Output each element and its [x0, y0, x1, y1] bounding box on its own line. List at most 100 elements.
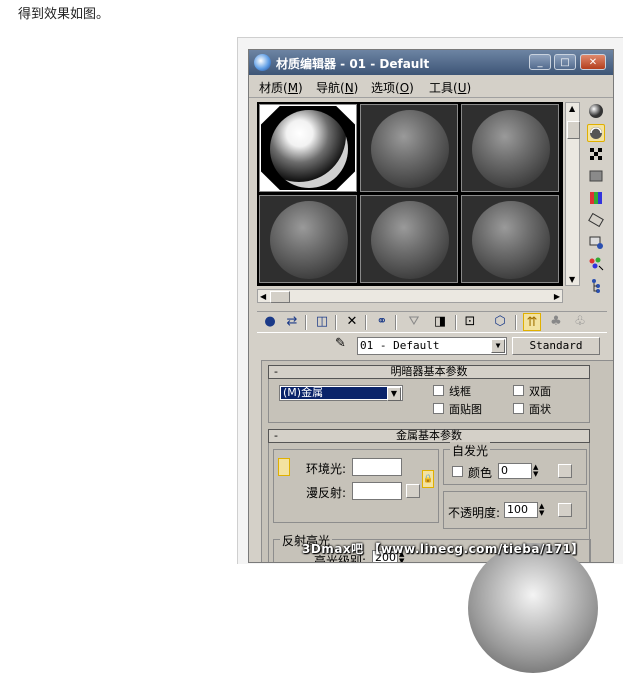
- go-to-parent-icon[interactable]: ⇈: [523, 313, 541, 331]
- sample-slot-2[interactable]: [360, 104, 458, 192]
- make-preview-icon[interactable]: [587, 212, 605, 230]
- assign-to-selection-icon[interactable]: ◫: [313, 313, 331, 331]
- menu-bar: 材质(M) 导航(N) 选项(O) 工具(U): [249, 75, 613, 98]
- material-map-navigator-icon[interactable]: [587, 278, 605, 296]
- rollout-metal-basic[interactable]: - 金属基本参数: [268, 429, 590, 443]
- menu-material-label: 材质(: [259, 81, 288, 95]
- get-material-icon[interactable]: ●: [261, 313, 279, 331]
- maximize-button[interactable]: □: [554, 54, 576, 70]
- scroll-down-icon[interactable]: ▼: [569, 275, 575, 284]
- sample-slot-3[interactable]: [461, 104, 559, 192]
- horizontal-scroll-thumb[interactable]: [270, 291, 290, 303]
- menu-material[interactable]: 材质(M): [259, 79, 303, 96]
- eyedropper-icon[interactable]: ✎: [335, 336, 346, 351]
- two-sided-label: 双面: [529, 385, 551, 398]
- material-name-field[interactable]: 01 - Default ▼: [357, 337, 507, 355]
- reset-map-icon[interactable]: ✕: [343, 313, 361, 331]
- opacity-label: 不透明度:: [448, 506, 501, 520]
- sample-slot-6[interactable]: [461, 195, 559, 283]
- menu-options-key: O: [399, 81, 410, 95]
- opacity-map-button[interactable]: [558, 503, 572, 517]
- menu-options[interactable]: 选项(O): [371, 79, 414, 96]
- menu-material-end: ): [298, 81, 303, 95]
- chevron-down-icon[interactable]: ▼: [387, 387, 401, 401]
- sample-slot-1[interactable]: [259, 104, 357, 192]
- sample-sphere: [472, 110, 550, 188]
- options-icon[interactable]: [587, 234, 605, 252]
- uv-tiling-icon[interactable]: [587, 168, 605, 186]
- rollout-metal-basic-title: 金属基本参数: [396, 429, 462, 442]
- rollout-shader-basic[interactable]: - 明暗器基本参数: [268, 365, 590, 379]
- intro-text: 得到效果如图。: [18, 7, 110, 22]
- menu-material-key: M: [287, 81, 299, 95]
- lock-icon[interactable]: 🔒: [422, 470, 434, 488]
- menu-navigation-end: ): [353, 81, 359, 95]
- put-to-library-icon[interactable]: ⛛: [405, 313, 423, 331]
- pick-material-icon[interactable]: ♧: [571, 313, 589, 331]
- self-illumination-group: 自发光 颜色 0 ▲ ▼: [443, 442, 587, 485]
- sample-slot-4[interactable]: [259, 195, 357, 283]
- self-illum-value: 0: [501, 464, 508, 477]
- minimize-button[interactable]: _: [529, 54, 551, 70]
- diffuse-color-swatch[interactable]: [352, 482, 402, 500]
- go-forward-to-sibling-icon[interactable]: ♣: [547, 313, 565, 331]
- self-illum-value-spinner[interactable]: 0 ▲ ▼: [498, 463, 538, 479]
- close-button[interactable]: ✕: [580, 54, 606, 70]
- menu-tools-label: 工具(: [429, 81, 458, 95]
- face-map-checkbox[interactable]: [433, 403, 444, 414]
- vertical-scroll-thumb[interactable]: [567, 121, 580, 139]
- opacity-value: 100: [507, 503, 528, 516]
- rollout-shader-basic-title: 明暗器基本参数: [390, 365, 468, 378]
- checker-background-icon[interactable]: [587, 146, 605, 164]
- sample-slot-5[interactable]: [360, 195, 458, 283]
- sample-type-sphere-icon[interactable]: [587, 102, 605, 120]
- chevron-down-icon[interactable]: ▼: [491, 339, 505, 353]
- face-map-label: 面贴图: [449, 403, 482, 416]
- opacity-group: 不透明度: 100 ▲ ▼: [443, 491, 587, 529]
- toolbar-divider: [395, 315, 397, 330]
- put-to-scene-icon[interactable]: ⇄: [283, 313, 301, 331]
- menu-navigation[interactable]: 导航(N): [316, 79, 358, 96]
- wire-checkbox[interactable]: [433, 385, 444, 396]
- watermark: 3Dmax吧 【www.linecg.com/tieba/171】: [302, 542, 584, 556]
- show-end-result-icon[interactable]: ⬡: [491, 313, 509, 331]
- sample-slots-grid: [257, 102, 563, 286]
- title-bar[interactable]: 材质编辑器 - 01 - Default _ □ ✕: [249, 50, 613, 75]
- spinner-arrows-icon[interactable]: ▲ ▼: [539, 503, 549, 517]
- slots-horizontal-scrollbar[interactable]: ◀ ▶: [257, 289, 563, 303]
- color-link-icon[interactable]: [278, 458, 290, 476]
- backlight-icon[interactable]: [587, 124, 605, 142]
- self-illum-color-checkbox[interactable]: [452, 466, 463, 477]
- scroll-up-icon[interactable]: ▲: [569, 104, 575, 113]
- 3dsmax-logo-icon: [254, 54, 271, 71]
- shader-basic-body: (M)金属 ▼ 线框 双面 面贴图 面状: [268, 379, 590, 423]
- material-type-button[interactable]: Standard: [512, 337, 600, 355]
- faceted-checkbox[interactable]: [513, 403, 524, 414]
- menu-tools[interactable]: 工具(U): [429, 79, 471, 96]
- two-sided-checkbox[interactable]: [513, 385, 524, 396]
- spinner-arrows-icon[interactable]: ▲ ▼: [533, 464, 543, 478]
- show-map-in-viewport-icon[interactable]: ⊡: [461, 313, 479, 331]
- parameters-panel: - 明暗器基本参数 (M)金属 ▼ 线框 双面 面贴图 面状 - 金属基本参数: [261, 360, 613, 562]
- video-color-check-icon[interactable]: [587, 190, 605, 208]
- color-group: 环境光: 漫反射: 🔒: [273, 449, 439, 523]
- menu-navigation-key: N: [344, 81, 354, 95]
- slots-vertical-scrollbar[interactable]: ▲ ▼: [565, 102, 580, 286]
- scroll-right-icon[interactable]: ▶: [554, 292, 560, 301]
- self-illum-map-button[interactable]: [558, 464, 572, 478]
- material-name-value: 01 - Default: [360, 339, 440, 352]
- self-illum-color-label: 颜色: [468, 466, 493, 480]
- opacity-spinner[interactable]: 100 ▲ ▼: [504, 502, 544, 518]
- toolbar-divider: [335, 315, 337, 330]
- shader-type-select[interactable]: (M)金属 ▼: [279, 385, 403, 401]
- make-unique-icon[interactable]: ⚭: [373, 313, 391, 331]
- scroll-left-icon[interactable]: ◀: [260, 292, 266, 301]
- toolbar-divider: [515, 315, 517, 330]
- toolbar-divider: [455, 315, 457, 330]
- diffuse-map-button[interactable]: [406, 484, 420, 498]
- material-effects-channel-icon[interactable]: ◨: [431, 313, 449, 331]
- toolbar-divider: [305, 315, 307, 330]
- menu-tools-end: ): [466, 81, 472, 95]
- select-by-material-icon[interactable]: [587, 256, 605, 274]
- ambient-color-swatch[interactable]: [352, 458, 402, 476]
